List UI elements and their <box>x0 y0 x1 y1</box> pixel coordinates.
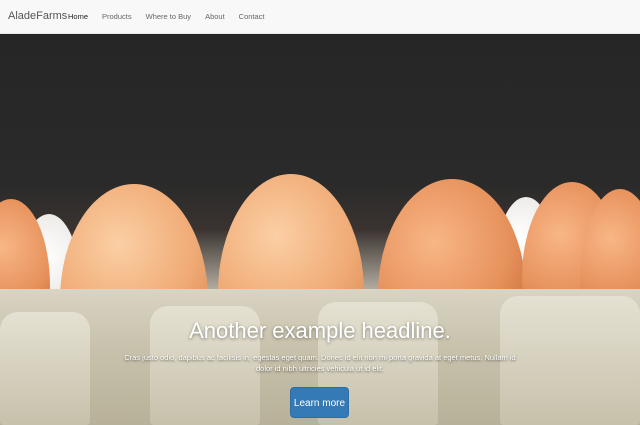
tray-cup <box>500 296 640 425</box>
hero-description: Cras justo odio, dapibus ac facilisis in… <box>124 353 516 373</box>
brand-logo[interactable]: AladeFarms <box>8 10 67 22</box>
learn-more-button[interactable]: Learn more <box>290 387 349 418</box>
top-navbar: AladeFarms Home Products Where to Buy Ab… <box>0 0 640 34</box>
nav-item-about[interactable]: About <box>205 12 225 21</box>
nav-item-home[interactable]: Home <box>68 12 88 21</box>
nav-item-where-to-buy[interactable]: Where to Buy <box>146 12 191 21</box>
hero-headline: Another example headline. <box>189 318 451 343</box>
nav-item-contact[interactable]: Contact <box>239 12 265 21</box>
nav-item-products[interactable]: Products <box>102 12 132 21</box>
nav-menu: Home Products Where to Buy About Contact <box>68 12 279 21</box>
